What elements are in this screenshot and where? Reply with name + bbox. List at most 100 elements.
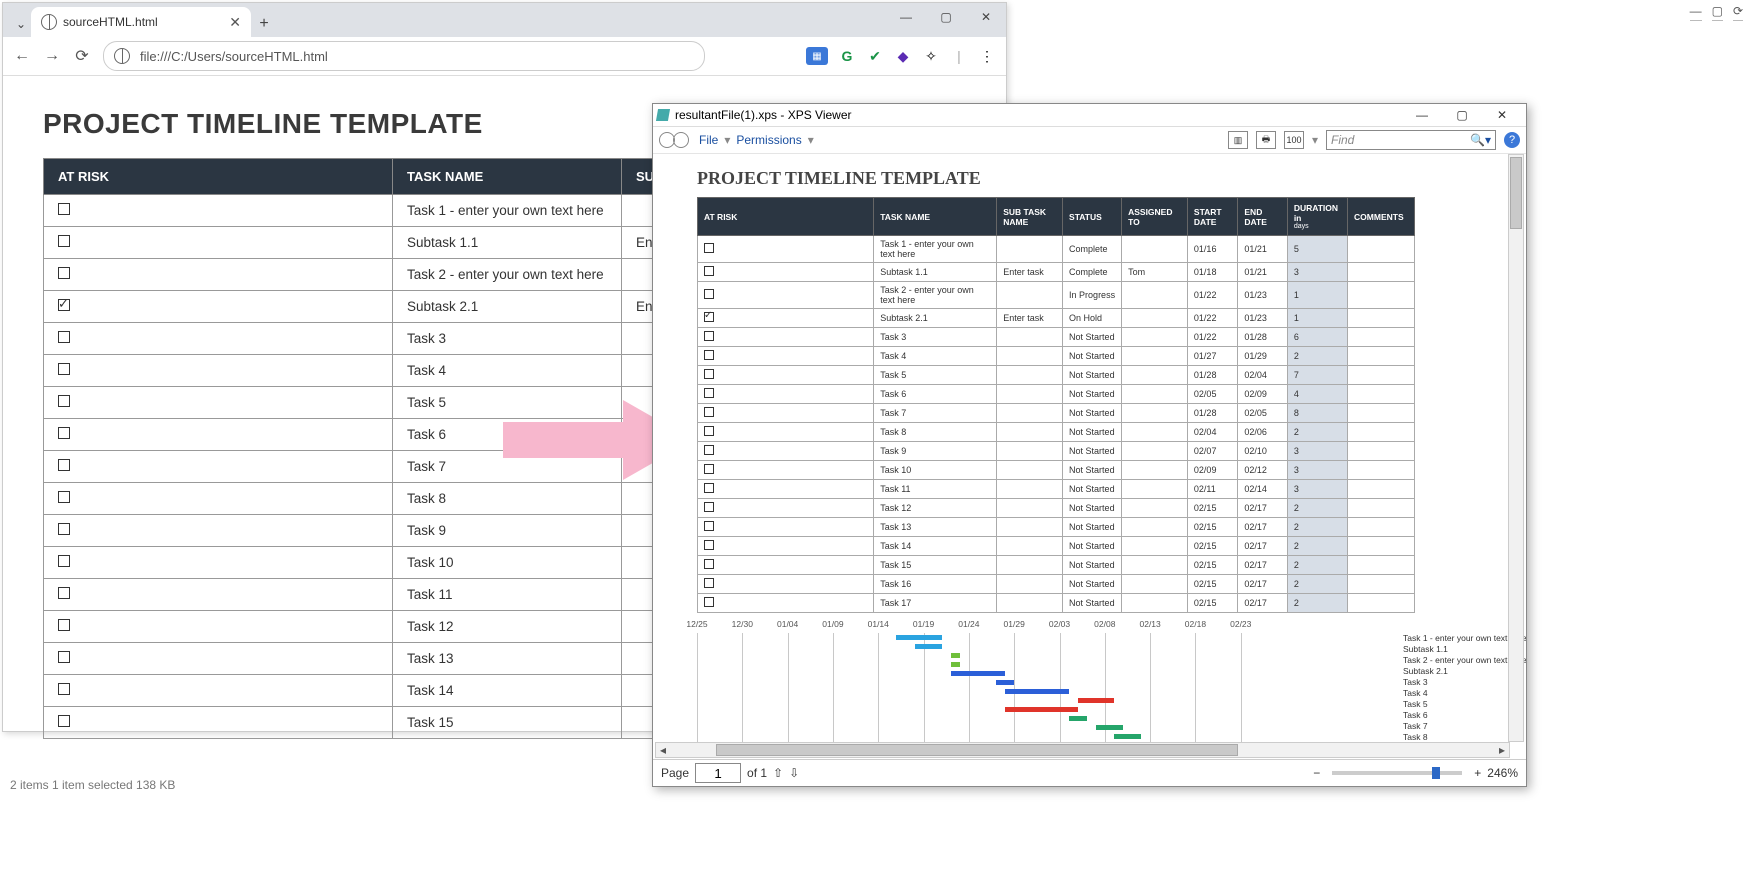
page-down-icon[interactable]: ⇩ [789, 766, 799, 780]
at-risk-cell[interactable] [698, 442, 874, 461]
search-icon[interactable]: 🔍▾ [1470, 133, 1491, 147]
checkbox-icon[interactable] [704, 464, 714, 474]
url-input[interactable]: file:///C:/Users/sourceHTML.html [103, 41, 705, 71]
at-risk-cell[interactable] [698, 537, 874, 556]
checkbox-icon[interactable] [704, 426, 714, 436]
menu-file[interactable]: File [699, 133, 718, 147]
at-risk-cell[interactable] [698, 556, 874, 575]
checkbox-icon[interactable] [704, 289, 714, 299]
at-risk-cell[interactable] [44, 611, 393, 643]
forward-icon[interactable]: → [43, 47, 61, 65]
minimize-button[interactable]: — [886, 3, 926, 31]
checkbox-icon[interactable] [58, 555, 70, 567]
at-risk-cell[interactable] [44, 355, 393, 387]
checkbox-icon[interactable] [58, 587, 70, 599]
maximize-button[interactable]: ▢ [1442, 105, 1482, 125]
at-risk-cell[interactable] [44, 291, 393, 323]
at-risk-cell[interactable] [44, 419, 393, 451]
checkbox-icon[interactable] [704, 578, 714, 588]
reload-icon[interactable]: ⟳ [73, 46, 91, 66]
minimize-button[interactable]: — [1402, 105, 1442, 125]
checkbox-icon[interactable] [704, 243, 714, 253]
checkbox-icon[interactable] [704, 350, 714, 360]
checkbox-icon[interactable] [58, 427, 70, 439]
checkbox-icon[interactable] [58, 331, 70, 343]
scroll-left-icon[interactable]: ◂ [656, 744, 670, 756]
at-risk-cell[interactable] [698, 347, 874, 366]
extension-icon[interactable]: ◆ [894, 47, 912, 65]
zoom-thumb[interactable] [1432, 767, 1440, 779]
vertical-scrollbar[interactable] [1508, 154, 1524, 742]
zoom-in-icon[interactable]: + [1474, 766, 1481, 780]
checkbox-icon[interactable] [58, 683, 70, 695]
page-input[interactable] [695, 763, 741, 783]
zoom-slider[interactable] [1332, 771, 1462, 775]
checkbox-icon[interactable] [58, 651, 70, 663]
at-risk-cell[interactable] [698, 385, 874, 404]
checkbox-icon[interactable] [58, 395, 70, 407]
checkbox-icon[interactable] [704, 597, 714, 607]
checkbox-icon[interactable] [704, 266, 714, 276]
at-risk-cell[interactable] [698, 282, 874, 309]
checkbox-icon[interactable] [704, 312, 714, 322]
checkbox-icon[interactable] [704, 521, 714, 531]
zoom-out-icon[interactable]: − [1313, 766, 1320, 780]
layout-icon[interactable]: ▥ [1228, 131, 1248, 149]
scrollbar-thumb[interactable] [716, 744, 1238, 756]
at-risk-cell[interactable] [44, 515, 393, 547]
at-risk-cell[interactable] [698, 236, 874, 263]
checkbox-icon[interactable] [58, 363, 70, 375]
checkbox-icon[interactable] [58, 299, 70, 311]
tab-close-icon[interactable]: ✕ [229, 14, 241, 31]
at-risk-cell[interactable] [698, 518, 874, 537]
at-risk-cell[interactable] [44, 227, 393, 259]
checkbox-icon[interactable] [704, 331, 714, 341]
close-button[interactable]: ✕ [1482, 105, 1522, 125]
at-risk-cell[interactable] [698, 461, 874, 480]
at-risk-cell[interactable] [44, 707, 393, 739]
checkbox-icon[interactable] [704, 407, 714, 417]
menu-permissions[interactable]: Permissions [736, 133, 801, 147]
checkbox-icon[interactable] [704, 559, 714, 569]
host-btn[interactable]: — [1690, 4, 1702, 21]
checkbox-icon[interactable] [58, 235, 70, 247]
at-risk-cell[interactable] [698, 404, 874, 423]
at-risk-cell[interactable] [698, 309, 874, 328]
checkbox-icon[interactable] [58, 267, 70, 279]
at-risk-cell[interactable] [44, 675, 393, 707]
close-button[interactable]: ✕ [966, 3, 1006, 31]
scrollbar-thumb[interactable] [1510, 157, 1522, 229]
checkbox-icon[interactable] [58, 715, 70, 727]
at-risk-cell[interactable] [44, 195, 393, 227]
page-up-icon[interactable]: ⇧ [773, 766, 783, 780]
checkbox-icon[interactable] [58, 523, 70, 535]
zoom-100-icon[interactable]: 100 [1284, 131, 1304, 149]
maximize-button[interactable]: ▢ [926, 3, 966, 31]
help-icon[interactable]: ? [1504, 132, 1520, 148]
at-risk-cell[interactable] [44, 643, 393, 675]
checkbox-icon[interactable] [704, 540, 714, 550]
checkbox-icon[interactable] [58, 619, 70, 631]
browser-menu-icon[interactable]: ⋮ [978, 47, 996, 65]
checkbox-icon[interactable] [58, 203, 70, 215]
at-risk-cell[interactable] [44, 579, 393, 611]
find-input[interactable]: Find 🔍▾ [1326, 130, 1496, 150]
checkbox-icon[interactable] [704, 483, 714, 493]
extension-icon[interactable]: ▦ [806, 47, 828, 65]
at-risk-cell[interactable] [44, 483, 393, 515]
host-btn[interactable]: ⟳ [1733, 4, 1743, 21]
host-btn[interactable]: ▢ [1712, 4, 1723, 21]
checkbox-icon[interactable] [704, 388, 714, 398]
at-risk-cell[interactable] [698, 263, 874, 282]
back-icon[interactable]: ← [13, 47, 31, 65]
scroll-right-icon[interactable]: ▸ [1495, 744, 1509, 756]
checkbox-icon[interactable] [58, 459, 70, 471]
at-risk-cell[interactable] [44, 387, 393, 419]
checkbox-icon[interactable] [704, 369, 714, 379]
at-risk-cell[interactable] [698, 423, 874, 442]
extension-icon[interactable]: ✔ [866, 47, 884, 65]
checkbox-icon[interactable] [58, 491, 70, 503]
grammarly-icon[interactable]: G [838, 47, 856, 65]
at-risk-cell[interactable] [698, 499, 874, 518]
at-risk-cell[interactable] [698, 594, 874, 613]
